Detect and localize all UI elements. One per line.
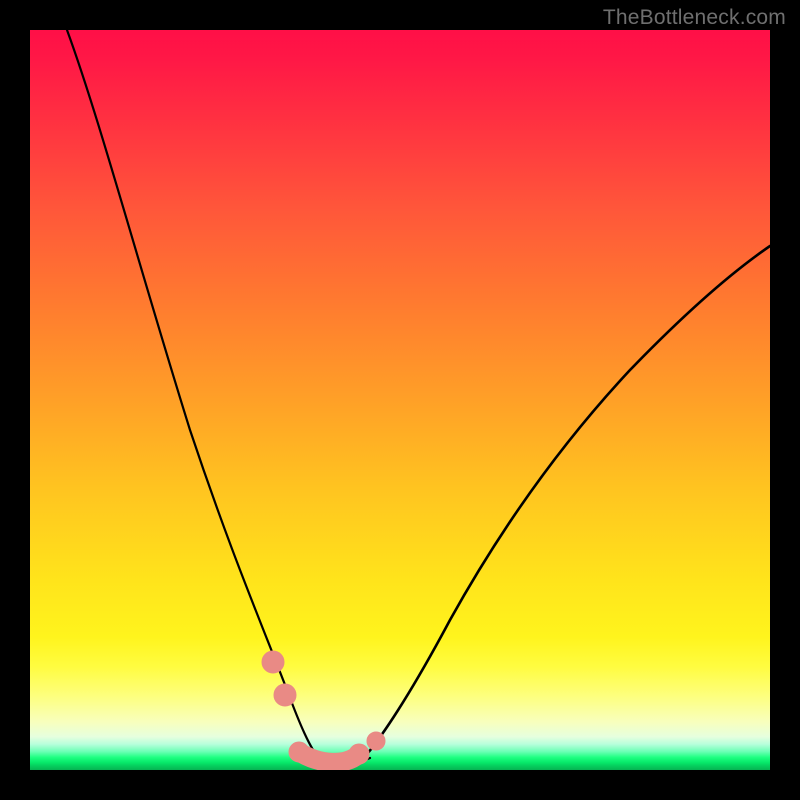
right-branch bbox=[362, 246, 770, 760]
valley-start-marker bbox=[289, 742, 309, 762]
left-branch bbox=[67, 30, 320, 760]
valley-end-marker bbox=[349, 744, 369, 764]
left-marker-lower bbox=[274, 684, 296, 706]
curve-layer bbox=[30, 30, 770, 770]
plot-area bbox=[30, 30, 770, 770]
watermark-text: TheBottleneck.com bbox=[603, 6, 786, 30]
left-marker-upper bbox=[262, 651, 284, 673]
chart-frame: TheBottleneck.com bbox=[0, 0, 800, 800]
right-marker bbox=[367, 732, 385, 750]
